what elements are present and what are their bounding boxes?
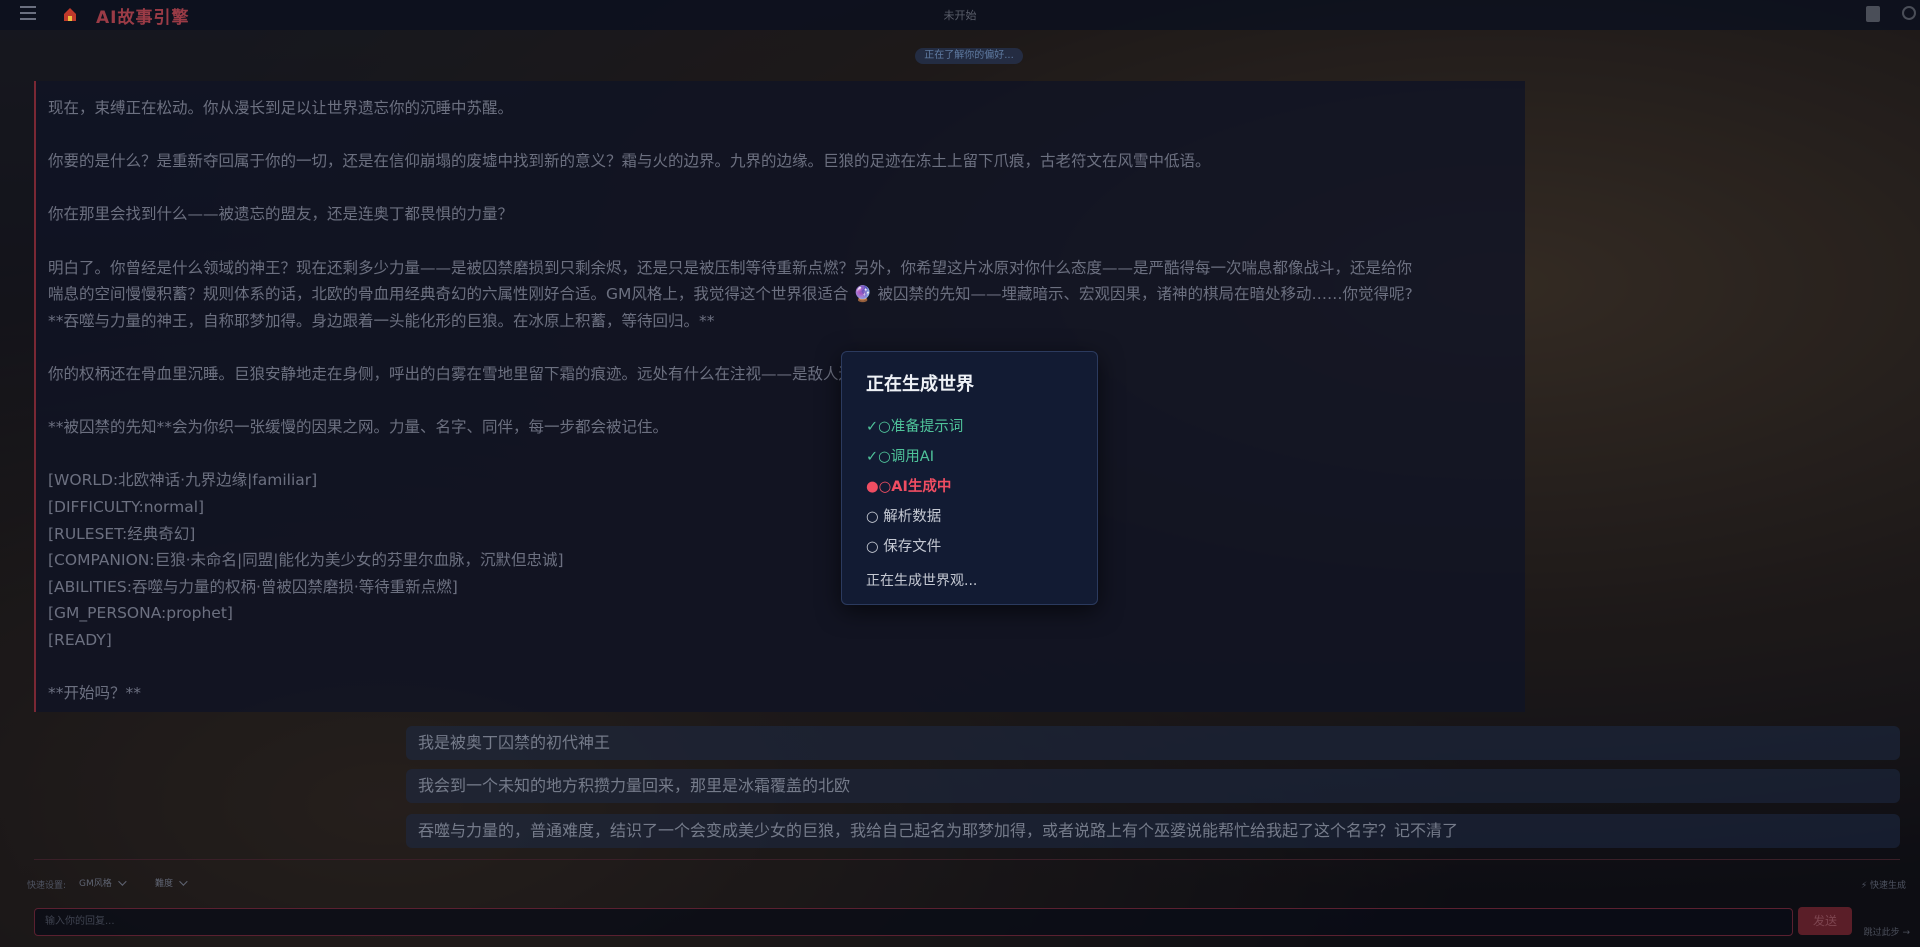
step-save-file: ○ 保存文件 bbox=[866, 539, 942, 555]
user-message: 吞噬与力量的，普通难度，结识了一个会变成美少女的巨狼，我给自己起名为耶梦加得，或… bbox=[406, 814, 1900, 848]
story-panel: 现在，束缚正在松动。你从漫长到足以让世界遗忘你的沉睡中苏醒。 你要的是什么？是重… bbox=[34, 81, 1525, 712]
user-message: 我会到一个未知的地方积攒力量回来，那里是冰霜覆盖的北欧 bbox=[406, 769, 1900, 803]
send-button[interactable]: 发送 bbox=[1798, 907, 1852, 935]
gm-style-select[interactable]: GM风格 bbox=[79, 876, 127, 892]
difficulty-select[interactable]: 難度 bbox=[155, 876, 188, 892]
fast-generate-button[interactable]: ⚡ 快速生成 bbox=[1861, 878, 1906, 891]
story-tag: [RULESET:经典奇幻] bbox=[48, 524, 196, 543]
step-ai-generating: ●○AI生成中 bbox=[866, 479, 952, 495]
modal-status-text: 正在生成世界观... bbox=[866, 573, 978, 589]
world-generation-modal: 正在生成世界 ✓○准备提示词 ✓○调用AI ●○AI生成中 ○ 解析数据 ○ 保… bbox=[841, 351, 1098, 605]
step-call-ai: ✓○调用AI bbox=[866, 449, 934, 465]
game-status: 未开始 bbox=[943, 9, 977, 22]
story-paragraph: **开始吗？** bbox=[48, 684, 142, 703]
skip-step-link[interactable]: 跳过此步 → bbox=[1864, 925, 1910, 938]
difficulty-value: 難度 bbox=[155, 879, 174, 889]
progress-line bbox=[34, 859, 1900, 860]
quick-settings-label: 快速设置: bbox=[27, 881, 67, 891]
step-parse-data: ○ 解析数据 bbox=[866, 509, 942, 525]
top-bar: AI故事引擎 未开始 bbox=[0, 0, 1920, 30]
modal-title: 正在生成世界 bbox=[866, 374, 974, 395]
story-paragraph: 喘息的空间慢慢积蓄？规则体系的话，北欧的骨血用经典奇幻的六属性刚好合适。GM风格… bbox=[48, 285, 1413, 304]
story-tag: [ABILITIES:吞噬与力量的权柄·曾被囚禁磨损·等待重新点燃] bbox=[48, 577, 458, 596]
story-paragraph: **被囚禁的先知**会为你织一张缓慢的因果之网。力量、名字、同伴，每一步都会被记… bbox=[48, 418, 669, 437]
story-paragraph: 你要的是什么？是重新夺回属于你的一切，还是在信仰崩塌的废墟中找到新的意义？霜与火… bbox=[48, 152, 1211, 171]
story-tag: [READY] bbox=[48, 630, 112, 649]
settings-icon[interactable] bbox=[1902, 6, 1916, 20]
story-tag: [DIFFICULTY:normal] bbox=[48, 497, 205, 516]
reply-input[interactable]: 输入你的回复... bbox=[34, 908, 1793, 936]
user-message: 我是被奥丁囚禁的初代神王 bbox=[406, 726, 1900, 760]
story-paragraph: 你的权柄还在骨血里沉睡。巨狼安静地走在身侧，呼出的白雾在雪地里留下霜的痕迹。远处… bbox=[48, 364, 1103, 383]
story-tag: [GM_PERSONA:prophet] bbox=[48, 604, 233, 623]
book-icon[interactable] bbox=[1866, 6, 1880, 22]
step-prepare-prompt: ✓○准备提示词 bbox=[866, 419, 964, 435]
story-paragraph: **吞噬与力量的神王，自称耶梦加得。身边跟着一头能化形的巨狼。在冰原上积蓄，等待… bbox=[48, 311, 715, 330]
story-tag: [WORLD:北欧神话·九界边缘|familiar] bbox=[48, 471, 318, 490]
preference-status-pill: 正在了解你的偏好... bbox=[915, 48, 1023, 64]
story-paragraph: 你在那里会找到什么——被遗忘的盟友，还是连奥丁都畏惧的力量？ bbox=[48, 205, 514, 224]
gm-style-value: GM风格 bbox=[79, 879, 112, 889]
story-paragraph: 现在，束缚正在松动。你从漫长到足以让世界遗忘你的沉睡中苏醒。 bbox=[48, 99, 514, 117]
story-tag: [COMPANION:巨狼·未命名|同盟|能化为美少女的芬里尔血脉，沉默但忠诚] bbox=[48, 551, 564, 570]
story-paragraph: 明白了。你曾经是什么领域的神王？现在还剩多少力量——是被囚禁磨损到只剩余烬，还是… bbox=[48, 258, 1413, 277]
